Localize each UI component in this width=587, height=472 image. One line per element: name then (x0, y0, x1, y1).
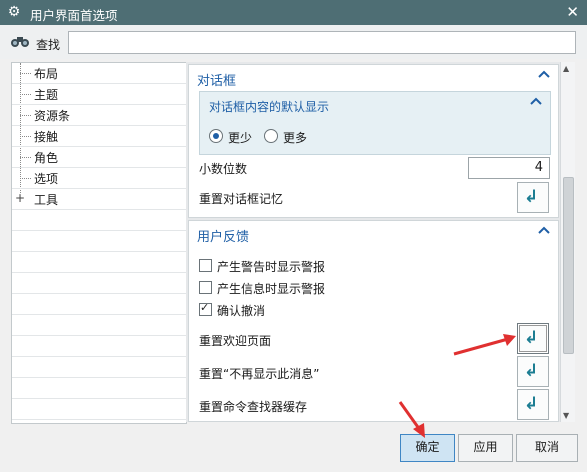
expand-icon[interactable]: + (15, 191, 25, 205)
collapse-icon[interactable] (538, 225, 550, 239)
tree-empty-row (12, 336, 186, 357)
tree-empty-row (12, 273, 186, 294)
info-alert-checkbox[interactable] (199, 281, 212, 294)
settings-panel: 对话框 对话框内容的默认显示 更少 更多 小数位数 4 重置对话框记忆 ↲ 用户… (186, 62, 560, 422)
title-bar: ⚙ 用户界面首选项 ✕ (0, 0, 587, 25)
reset-arrow-icon: ↲ (524, 187, 539, 207)
tree-item-label: 主题 (34, 88, 59, 102)
reset-dialog-memory-button[interactable]: ↲ (517, 182, 549, 213)
dialog-section: 对话框 对话框内容的默认显示 更少 更多 小数位数 4 重置对话框记忆 ↲ (188, 64, 559, 218)
find-input[interactable] (68, 31, 576, 54)
scroll-down-icon[interactable]: ▼ (563, 411, 569, 420)
default-display-subsection: 对话框内容的默认显示 更少 更多 (199, 91, 551, 155)
reset-arrow-icon: ↲ (524, 361, 539, 381)
tree-empty-row (12, 231, 186, 252)
warning-alert-label: 产生警告时显示警报 (217, 260, 326, 274)
tree-empty-row (12, 315, 186, 336)
reset-dialog-memory-label: 重置对话框记忆 (199, 192, 284, 206)
decimal-places-value: 4 (534, 160, 543, 175)
panel-scrollbar[interactable]: ▲ ▼ (560, 62, 575, 422)
scroll-thumb[interactable] (563, 177, 574, 354)
tree-empty-row (12, 378, 186, 399)
find-label: 查找 (36, 38, 61, 52)
reset-command-finder-button[interactable]: ↲ (517, 389, 549, 420)
section-title: 用户反馈 (197, 230, 250, 245)
find-row: 查找 (0, 25, 587, 59)
tree-empty-row (12, 420, 186, 423)
reset-welcome-button[interactable]: ↲ (517, 323, 549, 354)
decimal-places-label: 小数位数 (199, 162, 248, 176)
category-tree: 布局 主题 资源条 接触 角色 选项 + 工具 (11, 62, 187, 424)
reset-welcome-label: 重置欢迎页面 (199, 334, 272, 348)
radio-more[interactable] (264, 129, 278, 143)
radio-more-label: 更多 (283, 131, 308, 145)
gear-icon: ⚙ (7, 4, 21, 20)
tree-empty-row (12, 294, 186, 315)
annotation-arrow-reset (453, 334, 516, 356)
tree-item-tools[interactable]: + 工具 (12, 189, 186, 210)
tree-empty-row (12, 357, 186, 378)
confirm-undo-label: 确认撤消 (217, 304, 266, 318)
tree-item-label: 布局 (34, 67, 59, 81)
reset-arrow-icon: ↲ (524, 394, 539, 414)
tree-item-label: 接触 (34, 130, 59, 144)
tree-item-theme[interactable]: 主题 (12, 84, 186, 105)
close-icon[interactable]: ✕ (566, 3, 579, 21)
section-title: 对话框 (197, 74, 237, 89)
collapse-icon[interactable] (538, 69, 550, 83)
radio-less-label: 更少 (228, 131, 253, 145)
tree-item-label: 选项 (34, 172, 59, 186)
reset-dont-show-button[interactable]: ↲ (517, 356, 549, 387)
subsection-title: 对话框内容的默认显示 (209, 100, 330, 114)
cancel-button[interactable]: 取消 (516, 434, 578, 462)
tree-empty-row (12, 210, 186, 231)
apply-button[interactable]: 应用 (458, 434, 513, 462)
user-feedback-section: 用户反馈 产生警告时显示警报 产生信息时显示警报 确认撤消 重置欢迎页面 ↲ 重… (188, 220, 559, 422)
decimal-places-input[interactable]: 4 (468, 157, 550, 179)
window-title: 用户界面首选项 (30, 8, 118, 23)
tree-item-touch[interactable]: 接触 (12, 126, 186, 147)
radio-less[interactable] (209, 129, 223, 143)
reset-dont-show-label: 重置“不再显示此消息” (199, 367, 320, 381)
info-alert-label: 产生信息时显示警报 (217, 282, 326, 296)
tree-empty-row (12, 399, 186, 420)
tree-item-role[interactable]: 角色 (12, 147, 186, 168)
tree-item-options[interactable]: 选项 (12, 168, 186, 189)
reset-arrow-icon: ↲ (524, 328, 539, 348)
tree-item-resource-bar[interactable]: 资源条 (12, 105, 186, 126)
tree-item-label: 资源条 (34, 109, 71, 123)
annotation-arrow-ok (398, 401, 425, 438)
collapse-icon[interactable] (530, 96, 542, 110)
binoculars-icon (10, 34, 30, 52)
tree-empty-row (12, 252, 186, 273)
tree-item-label: 工具 (34, 193, 59, 207)
warning-alert-checkbox[interactable] (199, 259, 212, 272)
tree-item-label: 角色 (34, 151, 59, 165)
reset-command-finder-label: 重置命令查找器缓存 (199, 400, 308, 414)
scroll-up-icon[interactable]: ▲ (563, 64, 569, 73)
tree-item-layout[interactable]: 布局 (12, 63, 186, 84)
confirm-undo-checkbox[interactable] (199, 301, 212, 316)
